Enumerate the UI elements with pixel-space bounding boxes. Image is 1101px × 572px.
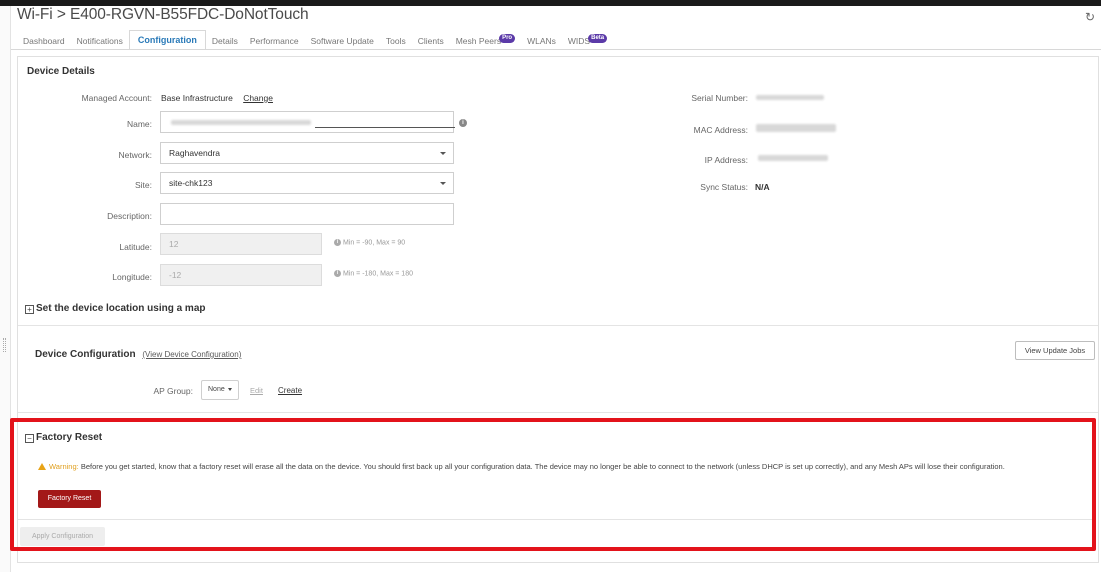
section-divider <box>18 519 1096 520</box>
chevron-down-icon <box>440 182 446 185</box>
longitude-hint: i Min = -180, Max = 180 <box>334 270 413 277</box>
redacted-name <box>171 120 311 125</box>
info-icon: i <box>334 270 341 277</box>
section-divider <box>18 325 1098 326</box>
ip-address-label: IP Address: <box>704 155 748 165</box>
tab-dashboard[interactable]: Dashboard <box>17 32 71 50</box>
device-configuration-title: Device Configuration (View Device Config… <box>35 349 242 360</box>
network-label: Network: <box>118 150 152 160</box>
refresh-icon[interactable]: ↻ <box>1085 10 1095 24</box>
page: Wi-Fi > E400-RGVN-B55FDC-DoNotTouch ↻ Da… <box>0 0 1101 572</box>
chevron-down-icon <box>440 152 446 155</box>
mac-address-label: MAC Address: <box>693 125 748 135</box>
site-label: Site: <box>134 180 152 190</box>
name-input-underline <box>315 127 455 128</box>
device-details-title: Device Details <box>27 66 95 77</box>
left-edge-panel <box>0 6 11 572</box>
site-select[interactable]: site-chk123 <box>160 172 454 194</box>
ap-group-dropdown[interactable]: None <box>201 380 239 400</box>
network-select[interactable]: Raghavendra <box>160 142 454 164</box>
caret-down-icon <box>227 387 232 391</box>
create-ap-group-link[interactable]: Create <box>278 386 302 395</box>
latitude-hint: i Min = -90, Max = 90 <box>334 239 405 246</box>
redacted-mac-address <box>756 124 836 132</box>
tab-tools[interactable]: Tools <box>380 32 412 50</box>
factory-reset-button[interactable]: Factory Reset <box>38 490 101 508</box>
managed-account-value: Base Infrastructure Change <box>161 93 273 103</box>
tab-wlans[interactable]: WLANs <box>521 32 562 50</box>
resize-grip-icon[interactable] <box>3 338 6 352</box>
tab-clients[interactable]: Clients <box>412 32 450 50</box>
expand-icon: + <box>25 305 34 314</box>
description-input[interactable] <box>160 203 454 225</box>
tab-details[interactable]: Details <box>206 32 244 50</box>
sync-status-label: Sync Status: <box>700 182 748 192</box>
name-info-icon[interactable]: i <box>459 117 467 127</box>
info-icon: i <box>334 239 341 246</box>
description-label: Description: <box>107 211 152 221</box>
edit-ap-group-link[interactable]: Edit <box>250 386 263 395</box>
tabs-divider <box>11 49 1101 50</box>
longitude-label: Longitude: <box>112 272 152 282</box>
page-title: Wi-Fi > E400-RGVN-B55FDC-DoNotTouch <box>17 6 309 23</box>
tab-wids[interactable]: WIDSBeta <box>562 32 613 50</box>
tab-notifications[interactable]: Notifications <box>71 32 129 50</box>
view-update-jobs-button[interactable]: View Update Jobs <box>1015 341 1095 360</box>
pro-badge: Pro <box>499 34 516 43</box>
name-label: Name: <box>126 119 152 129</box>
managed-account-label: Managed Account: <box>81 93 152 103</box>
section-divider <box>18 412 1098 413</box>
tab-mesh-peers[interactable]: Mesh PeersPro <box>450 32 521 50</box>
ap-group-label: AP Group: <box>153 386 193 396</box>
tab-configuration[interactable]: Configuration <box>128 30 206 50</box>
latitude-label: Latitude: <box>119 242 152 252</box>
apply-configuration-button[interactable]: Apply Configuration <box>20 527 105 546</box>
redacted-serial-number <box>756 95 824 100</box>
factory-reset-toggle[interactable]: − Factory Reset <box>25 432 102 443</box>
beta-badge: Beta <box>588 34 608 43</box>
factory-reset-warning: Warning: Before you get started, know th… <box>38 461 1088 473</box>
tab-bar: Dashboard Notifications Configuration De… <box>17 30 613 50</box>
latitude-input: 12 <box>160 233 322 255</box>
tab-performance[interactable]: Performance <box>244 32 305 50</box>
change-account-link[interactable]: Change <box>243 93 273 103</box>
warning-icon <box>38 463 46 470</box>
map-location-toggle[interactable]: + Set the device location using a map <box>25 303 206 314</box>
tab-software-update[interactable]: Software Update <box>305 32 380 50</box>
redacted-ip-address <box>758 155 828 161</box>
longitude-input: -12 <box>160 264 322 286</box>
view-device-configuration-link[interactable]: (View Device Configuration) <box>142 350 241 359</box>
sync-status-value: N/A <box>755 182 770 192</box>
serial-number-label: Serial Number: <box>691 93 748 103</box>
name-input[interactable] <box>160 111 455 133</box>
collapse-icon: − <box>25 434 34 443</box>
